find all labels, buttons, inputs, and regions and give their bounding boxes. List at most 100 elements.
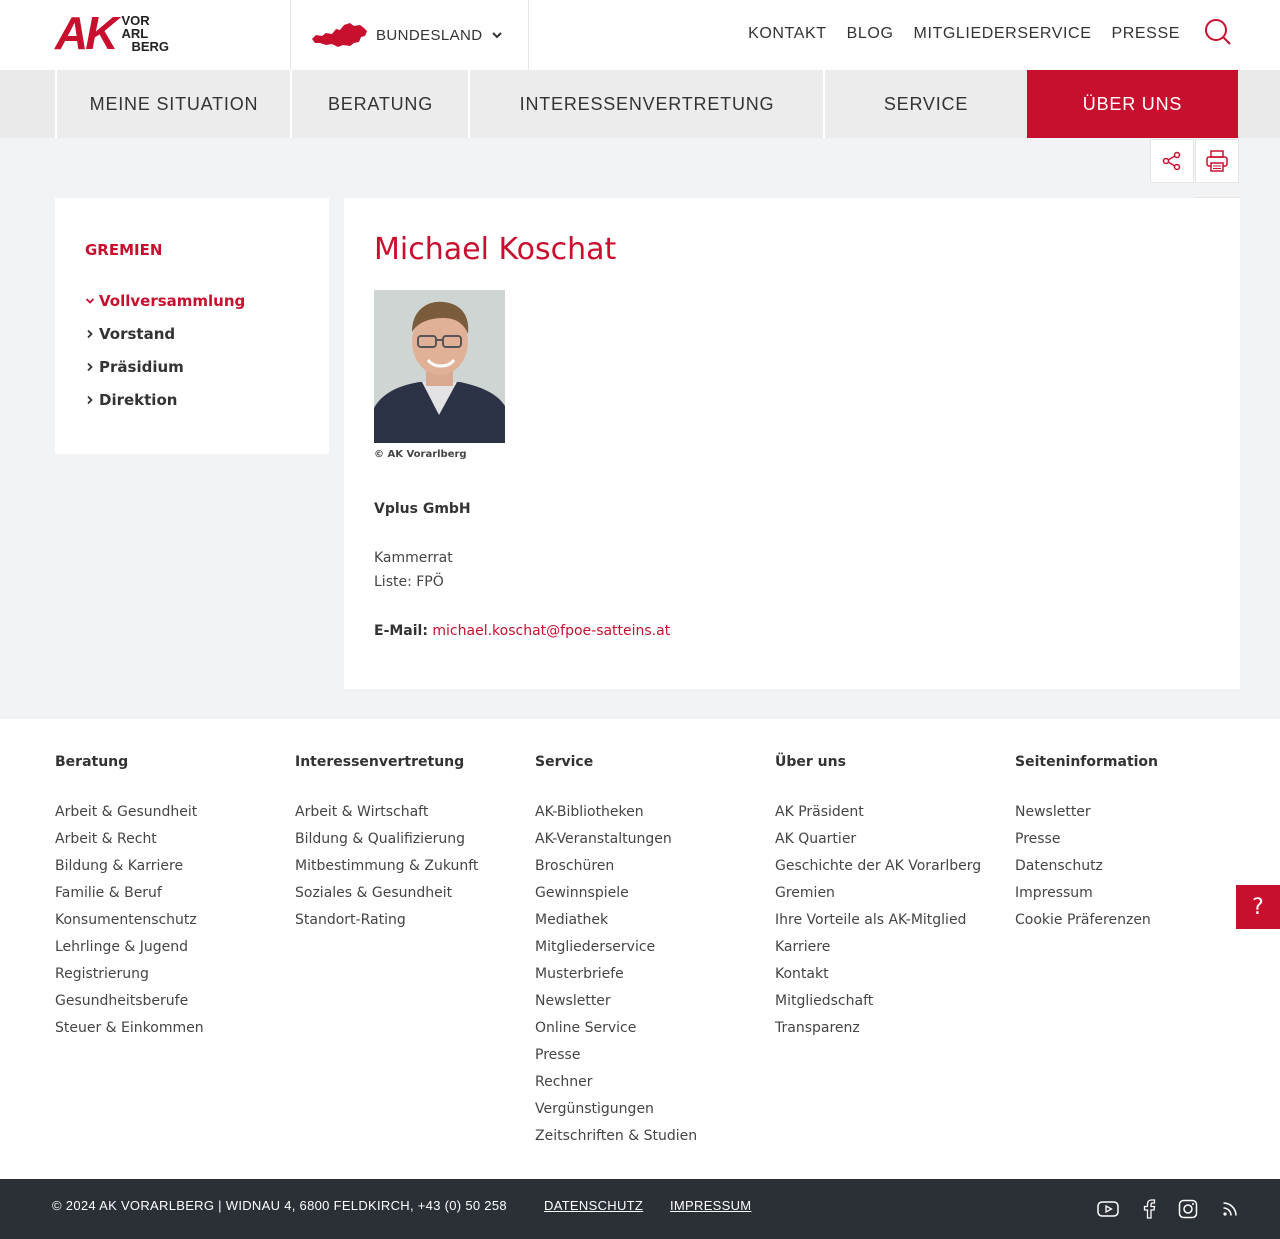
email-line: E-Mail: michael.koschat@fpoe-satteins.at bbox=[374, 623, 670, 639]
footer-link[interactable]: Standort-Rating bbox=[295, 910, 530, 937]
footer-link[interactable]: Newsletter bbox=[535, 991, 770, 1018]
footer-link[interactable]: Mitgliedschaft bbox=[775, 991, 1010, 1018]
sidebar-item-vorstand[interactable]: Vorstand bbox=[85, 323, 175, 345]
nav-link-presse[interactable]: PRESSE bbox=[1111, 22, 1180, 46]
footer-link[interactable]: AK Quartier bbox=[775, 829, 1010, 856]
logo-ak-letters: AK bbox=[55, 7, 118, 59]
logo-line-3: BERG bbox=[131, 38, 170, 54]
chevron-right-icon bbox=[87, 395, 93, 405]
bottom-link-impressum[interactable]: IMPRESSUM bbox=[670, 1198, 751, 1213]
nav-tab-interessenvertretung[interactable]: INTERESSENVERTRETUNG bbox=[468, 70, 824, 138]
footer-link[interactable]: Zeitschriften & Studien bbox=[535, 1126, 770, 1153]
footer-link[interactable]: Cookie Präferenzen bbox=[1015, 910, 1250, 937]
footer-column-title: Service bbox=[535, 754, 594, 770]
nav-tab-beratung[interactable]: BERATUNG bbox=[290, 70, 469, 138]
footer-link[interactable]: Vergünstigungen bbox=[535, 1099, 770, 1126]
footer-link[interactable]: Gremien bbox=[775, 883, 1010, 910]
nav-link-kontakt[interactable]: KONTAKT bbox=[748, 22, 827, 46]
footer-link[interactable]: Geschichte der AK Vorarlberg bbox=[775, 856, 1010, 883]
footer-link[interactable]: Online Service bbox=[535, 1018, 770, 1045]
ak-vorarlberg-logo[interactable]: AK VOR ARL BERG bbox=[55, 7, 176, 59]
email-label: E-Mail: bbox=[374, 623, 428, 639]
bundesland-selector[interactable]: BUNDESLAND bbox=[310, 18, 503, 52]
footer-link[interactable]: Konsumentenschutz bbox=[55, 910, 290, 937]
footer-link[interactable]: Kontakt bbox=[775, 964, 1010, 991]
sidebar-item-label: Präsidium bbox=[99, 358, 184, 376]
footer-link[interactable]: Datenschutz bbox=[1015, 856, 1250, 883]
sidebar-item-label: Vollversammlung bbox=[99, 292, 246, 310]
help-button[interactable]: ? bbox=[1236, 885, 1280, 929]
footer-link[interactable]: Arbeit & Recht bbox=[55, 829, 290, 856]
page-title: Michael Koschat bbox=[374, 232, 617, 267]
copyright-text: © 2024 AK VORARLBERG | WIDNAU 4, 6800 FE… bbox=[52, 1198, 507, 1213]
bottom-link-datenschutz[interactable]: DATENSCHUTZ bbox=[544, 1198, 643, 1213]
rss-icon[interactable] bbox=[1218, 1197, 1242, 1221]
footer-column-service: Service AK-Bibliotheken AK-Veranstaltung… bbox=[535, 752, 770, 1153]
profile-role: Kammerrat bbox=[374, 550, 453, 566]
sidebar-gremien: GREMIEN Vollversammlung Vorstand Präsidi… bbox=[55, 198, 329, 454]
sidebar-title: GREMIEN bbox=[85, 241, 163, 259]
youtube-icon[interactable] bbox=[1096, 1197, 1120, 1221]
footer-column-title: Interessenvertretung bbox=[295, 754, 465, 770]
footer-link[interactable]: Arbeit & Gesundheit bbox=[55, 802, 290, 829]
footer-link[interactable]: Bildung & Karriere bbox=[55, 856, 290, 883]
footer-link[interactable]: Musterbriefe bbox=[535, 964, 770, 991]
footer-link[interactable]: Registrierung bbox=[55, 964, 290, 991]
footer-link[interactable]: Transparenz bbox=[775, 1018, 1010, 1045]
footer-link[interactable]: Mitbestimmung & Zukunft bbox=[295, 856, 530, 883]
footer-link[interactable]: Arbeit & Wirtschaft bbox=[295, 802, 530, 829]
footer-link[interactable]: Lehrlinge & Jugend bbox=[55, 937, 290, 964]
sidebar-item-praesidium[interactable]: Präsidium bbox=[85, 356, 184, 378]
sidebar-item-label: Direktion bbox=[99, 391, 178, 409]
austria-map-icon bbox=[312, 23, 367, 47]
footer-link[interactable]: Karriere bbox=[775, 937, 1010, 964]
nav-link-mitgliederservice[interactable]: MITGLIEDERSERVICE bbox=[914, 22, 1092, 46]
facebook-icon[interactable] bbox=[1137, 1197, 1161, 1221]
nav-tab-ueber-uns[interactable]: ÜBER UNS bbox=[1027, 70, 1238, 138]
chevron-down-icon bbox=[85, 298, 95, 304]
footer-link[interactable]: Gesundheitsberufe bbox=[55, 991, 290, 1018]
footer-link[interactable]: Mitgliederservice bbox=[535, 937, 770, 964]
footer-column-interessenvertretung: Interessenvertretung Arbeit & Wirtschaft… bbox=[295, 752, 530, 937]
footer-link[interactable]: Rechner bbox=[535, 1072, 770, 1099]
bottom-bar: © 2024 AK VORARLBERG | WIDNAU 4, 6800 FE… bbox=[0, 1179, 1280, 1239]
footer-link[interactable]: Broschüren bbox=[535, 856, 770, 883]
footer-link[interactable]: AK Präsident bbox=[775, 802, 1010, 829]
instagram-icon[interactable] bbox=[1176, 1197, 1200, 1221]
footer-column-title: Seiteninformation bbox=[1015, 754, 1159, 770]
logo-wordmark: VOR ARL BERG bbox=[121, 14, 169, 53]
nav-tab-service[interactable]: SERVICE bbox=[823, 70, 1027, 138]
footer-link[interactable]: Presse bbox=[1015, 829, 1250, 856]
email-link[interactable]: michael.koschat@fpoe-satteins.at bbox=[432, 623, 670, 639]
site-footer: Beratung Arbeit & Gesundheit Arbeit & Re… bbox=[0, 719, 1280, 1179]
footer-link[interactable]: Ihre Vorteile als AK-Mitglied bbox=[775, 910, 1010, 937]
footer-link[interactable]: Impressum bbox=[1015, 883, 1250, 910]
logo-line-1: VOR bbox=[121, 12, 150, 28]
nav-link-blog[interactable]: BLOG bbox=[847, 22, 894, 46]
share-button[interactable] bbox=[1150, 139, 1194, 183]
print-button[interactable] bbox=[1195, 139, 1239, 183]
nav-tab-meine-situation[interactable]: MEINE SITUATION bbox=[55, 70, 291, 138]
footer-link[interactable]: Steuer & Einkommen bbox=[55, 1018, 290, 1045]
footer-column-seiteninformation: Seiteninformation Newsletter Presse Date… bbox=[1015, 752, 1250, 937]
footer-link[interactable]: AK-Bibliotheken bbox=[535, 802, 770, 829]
printer-icon bbox=[1206, 150, 1228, 172]
footer-link[interactable]: Mediathek bbox=[535, 910, 770, 937]
footer-link[interactable]: Familie & Beruf bbox=[55, 883, 290, 910]
footer-link[interactable]: Soziales & Gesundheit bbox=[295, 883, 530, 910]
footer-column-title: Über uns bbox=[775, 754, 846, 770]
sidebar-item-vollversammlung[interactable]: Vollversammlung bbox=[85, 290, 245, 312]
footer-link[interactable]: Gewinnspiele bbox=[535, 883, 770, 910]
profile-list: Liste: FPÖ bbox=[374, 574, 444, 590]
footer-link[interactable]: Presse bbox=[535, 1045, 770, 1072]
footer-link[interactable]: Newsletter bbox=[1015, 802, 1250, 829]
company-name: Vplus GmbH bbox=[374, 501, 471, 517]
utility-nav: KONTAKT BLOG MITGLIEDERSERVICE PRESSE bbox=[728, 22, 1180, 46]
footer-link[interactable]: AK-Veranstaltungen bbox=[535, 829, 770, 856]
footer-column-ueber-uns: Über uns AK Präsident AK Quartier Geschi… bbox=[775, 752, 1010, 1045]
portrait-image bbox=[374, 290, 505, 443]
footer-link[interactable]: Bildung & Qualifizierung bbox=[295, 829, 530, 856]
sidebar-item-direktion[interactable]: Direktion bbox=[85, 389, 177, 411]
profile-content: Michael Koschat © AK Vorarlberg Vplus Gm… bbox=[344, 198, 1240, 689]
search-icon[interactable] bbox=[1204, 18, 1232, 46]
